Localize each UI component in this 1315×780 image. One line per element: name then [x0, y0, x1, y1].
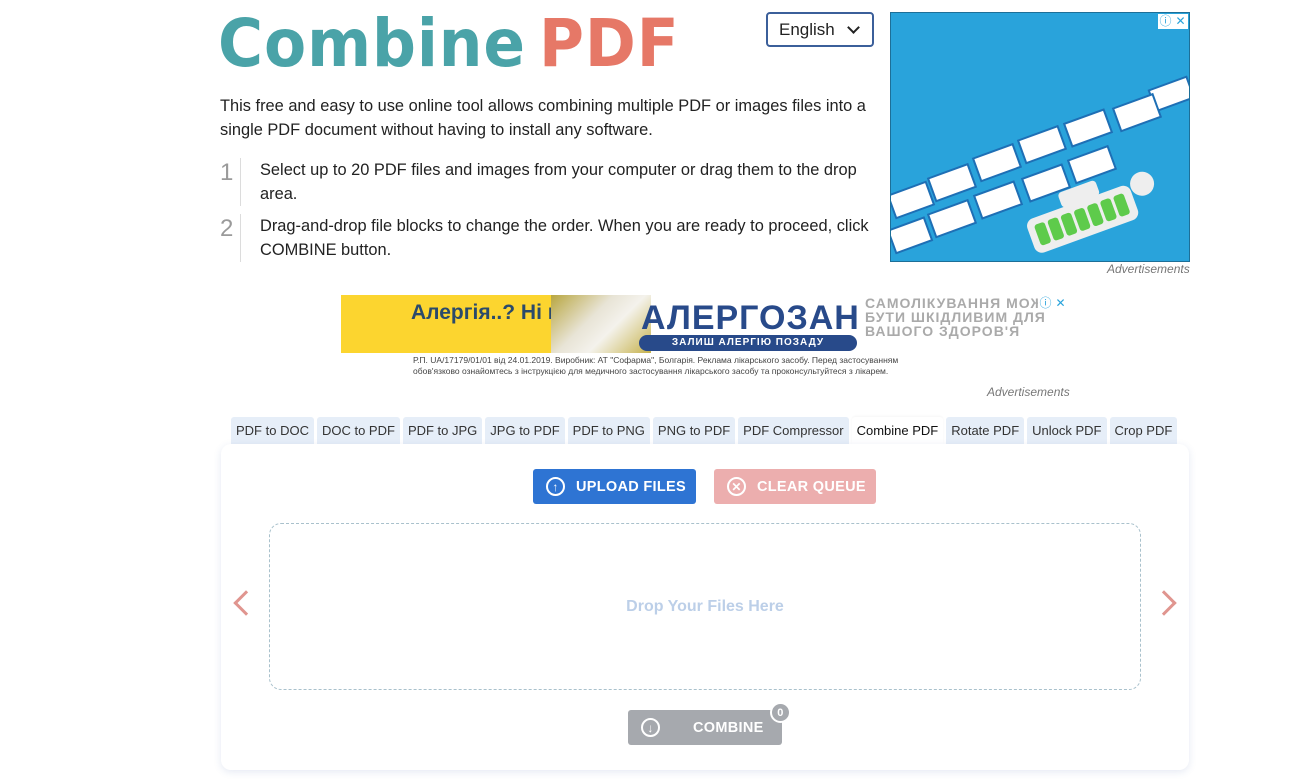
- banner-advertisement[interactable]: Алергія..? Ні не чув АЛЕРГОЗАН ЗАЛИШ АЛЕ…: [341, 295, 1069, 385]
- step-number: 2: [220, 215, 234, 242]
- step-item: 1 Select up to 20 PDF files and images f…: [220, 158, 870, 206]
- ad-label: Advertisements: [1107, 262, 1190, 276]
- drop-zone[interactable]: Drop Your Files Here: [269, 523, 1141, 690]
- step-divider: [240, 214, 241, 262]
- intro-text: This free and easy to use online tool al…: [220, 97, 866, 139]
- side-advertisement[interactable]: ⓘ ✕: [890, 12, 1190, 262]
- tab-pdf-to-doc[interactable]: PDF to DOC: [231, 417, 314, 444]
- logo-pdf: PDF: [539, 5, 680, 82]
- tab-pdf-compressor[interactable]: PDF Compressor: [738, 417, 849, 444]
- download-icon: ↓: [641, 718, 660, 737]
- language-value: English: [779, 19, 835, 39]
- ad-label: Advertisements: [987, 385, 1070, 399]
- step-text: Select up to 20 PDF files and images fro…: [260, 161, 857, 203]
- tab-doc-to-pdf[interactable]: DOC to PDF: [316, 417, 400, 444]
- combine-button[interactable]: ↓ COMBINE 0: [628, 702, 791, 745]
- tool-tabs: PDF to DOC DOC to PDF PDF to JPG JPG to …: [231, 417, 1178, 444]
- drop-zone-text: Drop Your Files Here: [626, 597, 784, 615]
- step-text: Drag-and-drop file blocks to change the …: [260, 217, 869, 259]
- chevron-down-icon: [847, 21, 860, 34]
- chevron-right-icon[interactable]: [1151, 590, 1177, 616]
- ad-controls: ⓘ ✕: [1158, 14, 1188, 29]
- ad-controls: ⓘ ✕: [1038, 296, 1068, 311]
- ad-info-icon[interactable]: ⓘ: [1038, 296, 1053, 311]
- step-number: 1: [220, 159, 234, 186]
- tab-combine-pdf[interactable]: Combine PDF: [851, 417, 944, 444]
- fine-print-line: обов'язково ознайомтесь з інструкцією дл…: [413, 366, 889, 376]
- tab-png-to-pdf[interactable]: PNG to PDF: [652, 417, 736, 444]
- steps-list: 1 Select up to 20 PDF files and images f…: [220, 158, 870, 270]
- ad-close-icon[interactable]: ✕: [1053, 296, 1068, 311]
- language-select[interactable]: English: [766, 12, 874, 47]
- clear-icon: ✕: [727, 477, 746, 496]
- step-divider: [240, 158, 241, 206]
- banner-slogan: ЗАЛИШ АЛЕРГІЮ ПОЗАДУ: [639, 335, 857, 351]
- banner-brand: АЛЕРГОЗАН: [641, 299, 860, 337]
- step-item: 2 Drag-and-drop file blocks to change th…: [220, 214, 870, 262]
- upload-icon: ↑: [546, 477, 565, 496]
- banner-fine-print: Р.П. UA/17179/01/01 від 24.01.2019. Виро…: [413, 355, 1063, 377]
- tab-rotate-pdf[interactable]: Rotate PDF: [946, 417, 1025, 444]
- banner-cat-image: [551, 295, 651, 353]
- combine-panel: ↑ UPLOAD FILES ✕ CLEAR QUEUE Drop Your F…: [221, 444, 1189, 770]
- tab-pdf-to-png[interactable]: PDF to PNG: [567, 417, 650, 444]
- chevron-left-icon[interactable]: [233, 590, 259, 616]
- clear-queue-button[interactable]: ✕ CLEAR QUEUE: [714, 469, 876, 504]
- fine-print-line: Р.П. UA/17179/01/01 від 24.01.2019. Виро…: [413, 355, 899, 365]
- tab-crop-pdf[interactable]: Crop PDF: [1109, 417, 1178, 444]
- logo-combine: Combine: [218, 5, 526, 82]
- ad-close-icon[interactable]: ✕: [1173, 14, 1188, 29]
- ad-illustration: [891, 75, 1189, 255]
- upload-files-button[interactable]: ↑ UPLOAD FILES: [533, 469, 696, 504]
- site-logo[interactable]: Combine PDF: [218, 8, 680, 80]
- combine-label: COMBINE: [693, 719, 764, 736]
- tab-unlock-pdf[interactable]: Unlock PDF: [1027, 417, 1107, 444]
- tab-jpg-to-pdf[interactable]: JPG to PDF: [485, 417, 565, 444]
- banner-warning: САМОЛІКУВАННЯ МОЖЕ БУТИ ШКІДЛИВИМ ДЛЯ ВА…: [865, 295, 1055, 339]
- tab-pdf-to-jpg[interactable]: PDF to JPG: [402, 417, 483, 444]
- upload-files-label: UPLOAD FILES: [576, 478, 686, 495]
- ad-info-icon[interactable]: ⓘ: [1158, 14, 1173, 29]
- clear-queue-label: CLEAR QUEUE: [757, 478, 866, 495]
- file-count-badge: 0: [770, 702, 791, 723]
